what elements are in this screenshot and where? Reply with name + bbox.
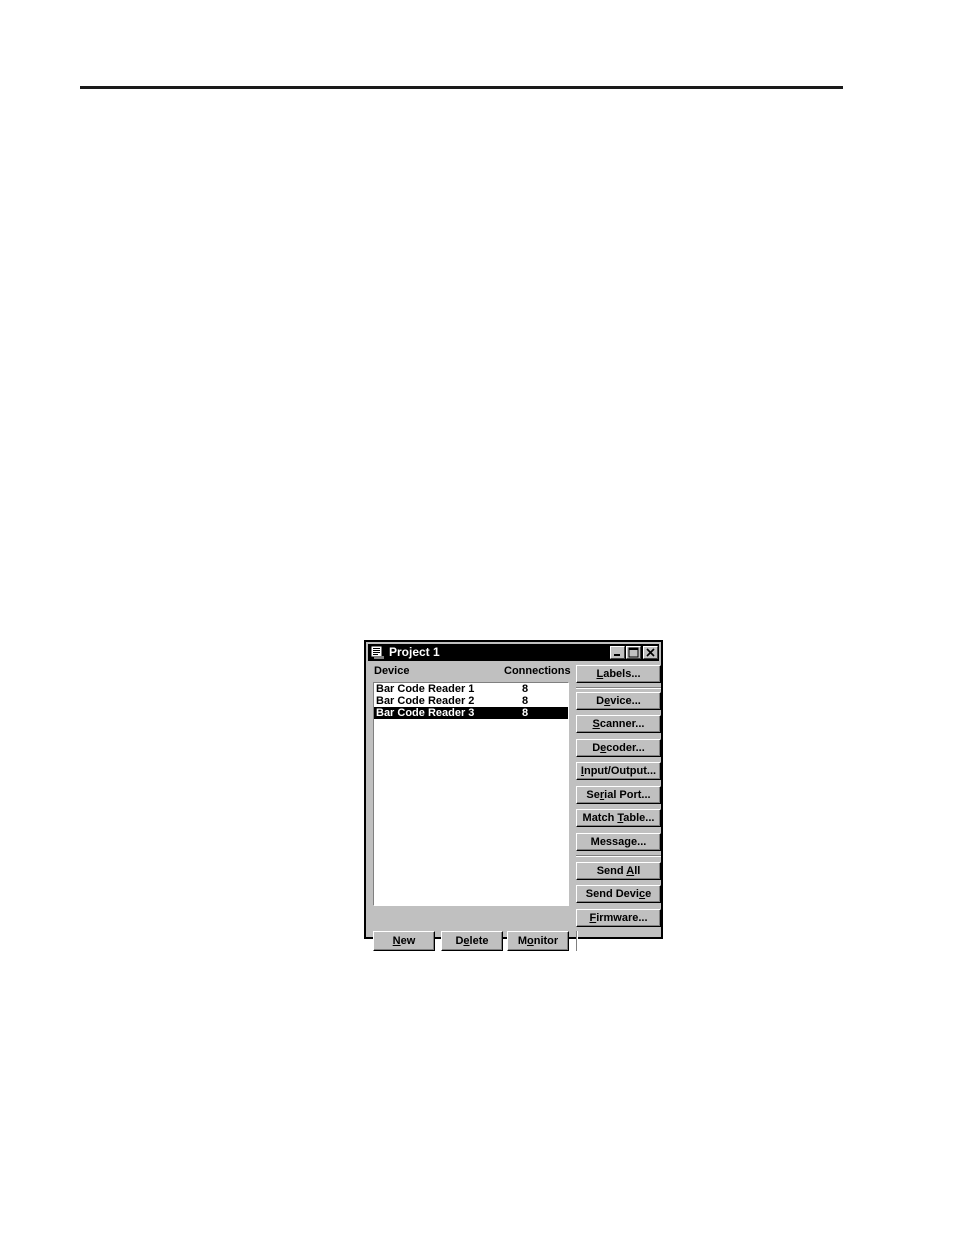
match-table-button[interactable]: Match Table... (576, 809, 661, 827)
message-button[interactable]: Message... (576, 833, 661, 851)
device-list[interactable]: Bar Code Reader 1 8 Bar Code Reader 2 8 … (373, 682, 569, 906)
minimize-button[interactable] (610, 646, 625, 659)
project-document-icon (371, 646, 385, 659)
dialog-body: Device Connections Bar Code Reader 1 8 B… (368, 661, 661, 951)
delete-button[interactable]: Delete (441, 931, 503, 951)
scanner-button[interactable]: Scanner... (576, 715, 661, 733)
list-item[interactable]: Bar Code Reader 2 8 (374, 695, 568, 707)
project-window: Project 1 Device Connections Bar Code Re… (364, 640, 663, 951)
page-header-rule (80, 86, 843, 89)
side-button-column: Labels... Device... Scanner... Decoder..… (576, 665, 661, 951)
device-connections: 8 (522, 695, 529, 707)
decoder-button[interactable]: Decoder... (576, 739, 661, 757)
close-button[interactable] (643, 646, 658, 659)
monitor-button-label: Monitor (517, 935, 559, 947)
maximize-button[interactable] (626, 646, 641, 659)
title-bar[interactable]: Project 1 (368, 644, 659, 661)
firmware-button[interactable]: Firmware... (576, 909, 661, 927)
device-connections: 8 (522, 707, 529, 719)
send-device-button[interactable]: Send Device (576, 885, 661, 903)
device-list-header: Device Connections (373, 665, 571, 680)
column-header-device: Device (374, 665, 410, 677)
serial-port-button[interactable]: Serial Port... (576, 786, 661, 804)
column-header-connections: Connections (504, 665, 571, 677)
delete-button-label: Delete (455, 935, 489, 947)
send-all-button[interactable]: Send All (576, 862, 661, 880)
list-item[interactable]: Bar Code Reader 1 8 (374, 683, 568, 695)
side-separator-2 (576, 855, 661, 857)
list-item-selected[interactable]: Bar Code Reader 3 8 (374, 707, 568, 719)
side-separator-1 (576, 687, 661, 689)
device-name: Bar Code Reader 3 (376, 707, 475, 719)
device-name: Bar Code Reader 1 (376, 683, 475, 695)
input-output-button[interactable]: Input/Output... (576, 762, 661, 780)
labels-button[interactable]: Labels... (576, 665, 661, 683)
device-connections: 8 (522, 683, 529, 695)
new-button-label: New (392, 935, 416, 947)
new-button[interactable]: New (373, 931, 435, 951)
device-list-section: Device Connections Bar Code Reader 1 8 B… (373, 665, 571, 906)
device-name: Bar Code Reader 2 (376, 695, 475, 707)
device-button[interactable]: Device... (576, 692, 661, 710)
monitor-button[interactable]: Monitor (507, 931, 569, 951)
window-title: Project 1 (389, 645, 440, 659)
